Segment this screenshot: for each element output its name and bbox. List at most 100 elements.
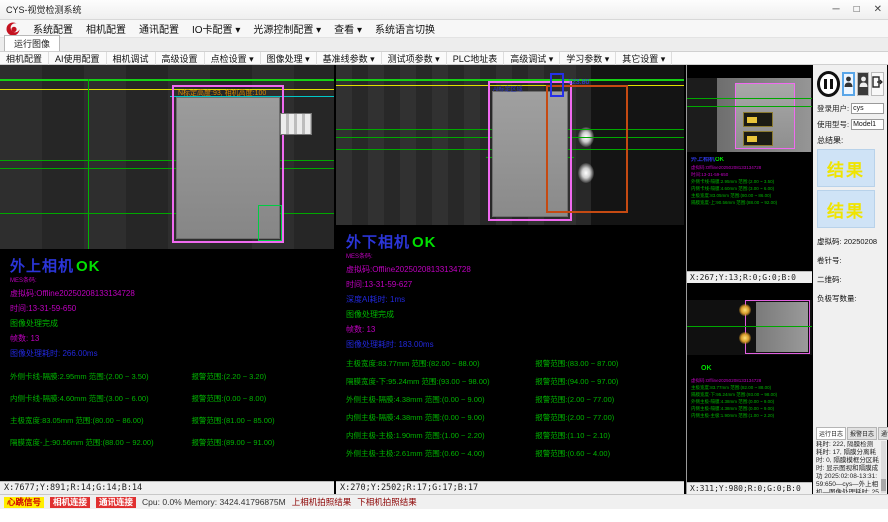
login-user-input[interactable]: cys [851, 103, 884, 114]
user-login-button[interactable] [842, 72, 855, 96]
bottom-margin [0, 509, 888, 522]
mini-camera-image-bottom [687, 300, 812, 355]
mes-code-label: MES条码: [346, 251, 684, 260]
ai-calibration-label: AI标定区域 [493, 84, 523, 93]
cpu-memory-text: Cpu: 0.0% Memory: 3424.41796875M [142, 497, 286, 507]
menu-item-view[interactable]: 查看 ▾ [334, 21, 362, 36]
app-window: CYS-视觉检测系统 ─ □ ✕ 系统配置 相机配置 通讯配置 IO卡配置 ▾ … [0, 0, 888, 522]
tab-comm-log[interactable]: 通讯日志 [878, 427, 888, 440]
processing-done-line: 图像处理完成 [346, 309, 684, 320]
needle-number-row: 卷针号: [817, 255, 884, 266]
heartbeat-badge: 心跳信号 [4, 497, 44, 508]
ok-status-label: OK [701, 365, 712, 372]
camera-connect-badge: 相机连接 [50, 497, 90, 508]
mini-view-bottom[interactable]: OK 虚拟码:Offline20250208133134728 主极宽度:83.… [687, 285, 812, 494]
upper-camera-result-text: 上相机拍照结果 [292, 496, 352, 508]
exit-button[interactable] [871, 72, 884, 96]
menu-item-language-switch[interactable]: 系统语言切换 [375, 21, 435, 36]
mini-view-top[interactable]: 外上相机OK 虚拟码:Offline20250208133134728 时间:1… [687, 65, 812, 283]
measure-row: 主极宽度:83.05mm 范围:(80.00 ~ 86.00)报警范围:(81.… [10, 415, 334, 426]
virtual-code-row: 虚拟码: 20250208 [817, 236, 884, 247]
tool-test-params[interactable]: 测试项参数 ▾ [382, 52, 447, 65]
tool-baseline-params[interactable]: 基准线参数 ▾ [317, 52, 382, 65]
ok-status-label: OK [76, 258, 101, 275]
menu-item-light-config[interactable]: 光源控制配置 ▾ [253, 21, 321, 36]
scrollbar-thumb[interactable] [881, 479, 886, 491]
tool-spot-check[interactable]: 点检设置 ▾ [205, 52, 261, 65]
measure-row: 内侧卡线-隔膜:4.60mm 范围:(3.00 ~ 6.00)报警范围:(0.0… [10, 393, 334, 404]
frame-count-line: 帧数: 13 [10, 333, 334, 344]
green-roi-box [258, 205, 282, 241]
neg-write-count-row: 负极写数量: [817, 293, 884, 304]
control-panel: 登录用户: cys 使用型号: Model1 总结果: 结果 结果 虚拟码: 2… [813, 65, 887, 494]
camera-image-lower-outer[interactable]: AI标定区域 123.80 [336, 65, 684, 225]
orange-roi-box [546, 85, 628, 213]
toolbar: 相机配置 AI使用配置 相机调试 高级设置 点检设置 ▾ 图像处理 ▾ 基准线参… [0, 52, 888, 65]
tool-other-settings[interactable]: 其它设置 ▾ [616, 52, 672, 65]
measure-row: 内侧主极-主极:1.90mm 范围:(1.00 ~ 2.20)报警范围:(1.1… [346, 430, 684, 441]
tool-plc-address-table[interactable]: PLC地址表 [447, 52, 505, 65]
maximize-button[interactable]: □ [854, 4, 860, 15]
frame-count-line: 帧数: 13 [346, 324, 684, 335]
tool-ai-usage-config[interactable]: AI使用配置 [49, 52, 107, 65]
log-text: 耗时: 222, 隔膜检测耗时: 17, 隔膜分离耗时: 0, 隔膜模框分区耗时… [816, 441, 879, 493]
measure-row: 内侧主极-隔膜:4.38mm 范围:(0.00 ~ 9.00)报警范围:(2.0… [346, 412, 684, 423]
menu-bar: 系统配置 相机配置 通讯配置 IO卡配置 ▾ 光源控制配置 ▾ 查看 ▾ 系统语… [0, 20, 888, 38]
result-panel-lower-outer: 外下相机OK MES条码: 虚拟码:Offline202502081331347… [336, 225, 684, 481]
result-panel-upper-outer: 外上相机OK MES条码: 虚拟码:Offline202502081331347… [0, 249, 334, 481]
model-input[interactable]: Model1 [851, 119, 884, 130]
camera-image-upper-outer[interactable]: N标定高度:93, 相机高度:100 [0, 65, 334, 249]
calibration-overlay-label: N标定高度:93, 相机高度:100 [178, 88, 266, 98]
title-bar: CYS-视觉检测系统 ─ □ ✕ [0, 0, 888, 20]
main-area: N标定高度:93, 相机高度:100 外上相机OK MES条码: 虚拟码:Off… [0, 65, 888, 494]
mini-cell-roi [745, 300, 810, 354]
measure-row: 隔膜宽度-上:90.56mm 范围:(88.00 ~ 92.00)报警范围:(8… [10, 437, 334, 448]
green-measure-line [687, 106, 812, 107]
result-box-1: 结果 [817, 149, 875, 187]
camera-name-label: 外上相机 [10, 258, 74, 275]
menu-item-comm-config[interactable]: 通讯配置 [139, 21, 179, 36]
tool-learning-params[interactable]: 学习参数 ▾ [560, 52, 616, 65]
tab-run-image[interactable]: 运行图像 [4, 35, 60, 51]
green-measure-line [687, 98, 812, 99]
status-bar: 心跳信号 相机连接 通讯连接 Cpu: 0.0% Memory: 3424.41… [0, 494, 888, 509]
exit-door-icon [872, 75, 883, 93]
log-tabs: 运行日志 报警日志 通讯日志 [816, 427, 884, 440]
menu-item-system-config[interactable]: 系统配置 [33, 21, 73, 36]
tool-camera-debug[interactable]: 相机调试 [107, 52, 156, 65]
glow-spot [739, 304, 751, 316]
pixel-coordinate-status: X:267;Y:13;R:0;G:0;B:0 [687, 271, 812, 283]
tool-advanced-settings[interactable]: 高级设置 [156, 52, 205, 65]
user-icon [859, 75, 868, 93]
tab-alarm-log[interactable]: 报警日志 [847, 427, 877, 440]
time-line: 时间:13-31-59-627 [346, 279, 684, 290]
user-manage-button[interactable] [857, 72, 869, 96]
menu-item-io-config[interactable]: IO卡配置 ▾ [192, 21, 240, 36]
window-title: CYS-视觉检测系统 [6, 3, 832, 16]
tab-run-log[interactable]: 运行日志 [816, 427, 846, 440]
mini-result-text-top: 外上相机OK 虚拟码:Offline20250208133134728 时间:1… [691, 157, 810, 206]
ok-status-label: OK [412, 234, 437, 251]
tool-image-processing[interactable]: 图像处理 ▾ [261, 52, 317, 65]
mes-code-label: MES条码: [10, 275, 334, 284]
virtual-code-line: 虚拟码:Offline20250208133134728 [10, 288, 334, 299]
mini-thumb [743, 112, 773, 127]
minimize-button[interactable]: ─ [832, 4, 839, 15]
tool-camera-config[interactable]: 相机配置 [0, 52, 49, 65]
measure-row: 外侧主极-隔膜:4.38mm 范围:(0.00 ~ 9.00)报警范围:(2.0… [346, 394, 684, 405]
comm-connect-badge: 通讯连接 [96, 497, 136, 508]
qr-code-row: 二维码: [817, 274, 884, 285]
model-label: 使用型号: [817, 119, 849, 130]
virtual-code-line: 虚拟码:Offline20250208133134728 [346, 264, 684, 275]
camera-name-label: 外下相机 [346, 234, 410, 251]
close-button[interactable]: ✕ [874, 4, 882, 15]
tab-strip: 运行图像 [0, 38, 888, 52]
green-guide-line [0, 79, 334, 81]
tool-advanced-debug[interactable]: 高级调试 ▾ [504, 52, 560, 65]
log-scrollbar[interactable] [881, 441, 886, 493]
pause-button[interactable] [817, 71, 840, 97]
green-measure-line [687, 326, 812, 327]
ai-elapsed-line: 深度AI耗时: 1ms [346, 294, 684, 305]
time-line: 时间:13-31-59-650 [10, 303, 334, 314]
menu-item-camera-config[interactable]: 相机配置 [86, 21, 126, 36]
